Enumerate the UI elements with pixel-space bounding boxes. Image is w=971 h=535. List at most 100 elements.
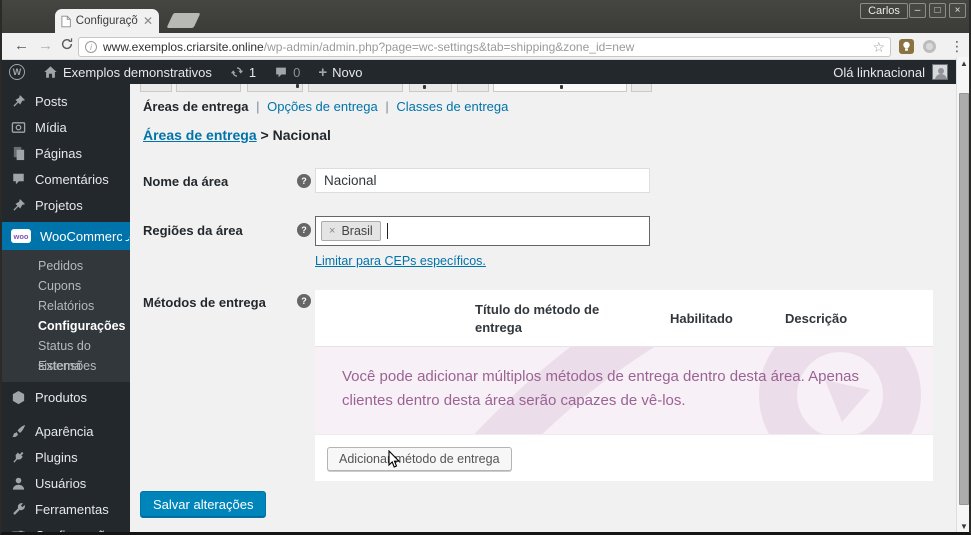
help-icon[interactable]: ?: [297, 294, 311, 308]
sidebar-item-posts[interactable]: Posts: [0, 88, 130, 114]
help-icon[interactable]: ?: [297, 223, 311, 237]
browser-menu-icon[interactable]: ⋮: [950, 38, 964, 55]
zone-regions-label: Regiões da área: [143, 223, 243, 238]
plus-icon: +: [318, 63, 328, 81]
admin-sidebar: Posts Mídia Páginas Comentários Projetos…: [0, 84, 130, 533]
help-icon[interactable]: ?: [297, 174, 311, 188]
submenu-item-extensoes[interactable]: Extensões: [0, 356, 130, 376]
save-button[interactable]: Salvar alterações: [140, 491, 267, 518]
empty-methods-notice: Você pode adicionar múltiplos métodos de…: [315, 347, 933, 434]
tab-title: Configurações do W: [75, 15, 138, 27]
remove-tag-icon[interactable]: ×: [329, 225, 335, 237]
submenu-item-status[interactable]: Status do sistema: [0, 336, 130, 373]
site-info-icon[interactable]: i: [85, 41, 97, 53]
shipping-methods-label: Métodos de entrega: [143, 295, 266, 310]
col-header-descricao: Descrição: [785, 311, 848, 326]
comments-menu[interactable]: 0: [265, 60, 309, 84]
wc-settings-tab-sliver[interactable]: [457, 84, 489, 92]
sidebar-item-configuracoes[interactable]: Configurações: [0, 522, 130, 533]
update-count: 1: [248, 64, 257, 80]
comment-bubble-icon: [13, 173, 24, 185]
account-greeting[interactable]: Olá linknacional: [833, 65, 925, 80]
sidebar-item-comentarios[interactable]: Comentários: [0, 166, 130, 192]
submenu-item-configuracoes[interactable]: Configurações: [0, 316, 130, 336]
new-content-menu[interactable]: + Novo: [309, 60, 371, 84]
new-tab-button[interactable]: [166, 13, 201, 28]
extension-circle-icon[interactable]: [923, 40, 936, 53]
limit-ceps-link[interactable]: Limitar para CEPs específicos.: [315, 254, 486, 268]
scrollbar-down-arrow[interactable]: ▼: [957, 522, 971, 531]
bookmark-star-icon[interactable]: ☆: [872, 40, 885, 54]
wp-admin-bar: W Exemplos demonstrativos 1 0 + Novo Olá…: [0, 60, 956, 84]
page-scrollbar[interactable]: ▲ ▼: [956, 57, 971, 533]
page-icon: [61, 15, 71, 27]
sidebar-item-aparencia[interactable]: Aparência: [0, 418, 130, 444]
main-content: Áreas de entrega | Opções de entrega | C…: [130, 84, 956, 533]
updates-menu[interactable]: 1: [221, 60, 265, 84]
url-bar[interactable]: i www.exemplos.criarsite.online/wp-admin…: [78, 37, 891, 57]
sidebar-item-projetos[interactable]: Projetos: [0, 192, 130, 218]
sidebar-item-midia[interactable]: Mídia: [0, 114, 130, 140]
col-header-titulo: Título do método de entrega: [475, 302, 600, 335]
user-icon: [12, 477, 25, 490]
breadcrumb-current: Nacional: [272, 127, 331, 143]
wc-settings-tab-sliver[interactable]: [631, 84, 652, 92]
submenu-item-relatorios[interactable]: Relatórios: [0, 296, 130, 316]
sidebar-item-usuarios[interactable]: Usuários: [0, 470, 130, 496]
subnav-classes-de-entrega[interactable]: Classes de entrega: [396, 99, 508, 114]
pin-icon: [13, 94, 26, 107]
extension-lightbulb-icon[interactable]: [899, 39, 914, 54]
back-icon[interactable]: ←: [14, 38, 29, 53]
tab-text-descender: [560, 85, 563, 89]
comment-bubble-icon: [276, 67, 286, 77]
refresh-icon[interactable]: [60, 37, 74, 54]
media-icon: [11, 121, 26, 133]
subnav-opcoes-de-entrega[interactable]: Opções de entrega: [267, 99, 378, 114]
window-close-button[interactable]: ×: [949, 3, 966, 18]
sidebar-item-paginas[interactable]: Páginas: [0, 140, 130, 166]
avatar[interactable]: [932, 64, 948, 80]
wp-logo-menu[interactable]: W: [0, 60, 34, 84]
subnav-areas-de-entrega[interactable]: Áreas de entrega: [143, 99, 249, 114]
wc-settings-tab-sliver[interactable]: [308, 84, 403, 92]
forward-icon: →: [38, 37, 53, 54]
breadcrumb: Áreas de entrega > Nacional: [143, 127, 331, 143]
wc-settings-tab-sliver[interactable]: [247, 84, 303, 92]
cube-icon: [12, 390, 25, 404]
brush-icon: [12, 424, 26, 437]
sidebar-item-woocommerce[interactable]: woo WooCommerce: [0, 222, 130, 250]
home-icon: [44, 66, 57, 78]
table-footer-row: Adicionar método de entrega: [315, 434, 933, 481]
tab-text-descender: [423, 85, 426, 89]
scrollbar-thumb[interactable]: [959, 93, 969, 505]
sidebar-item-ferramentas[interactable]: Ferramentas: [0, 496, 130, 522]
site-name-menu[interactable]: Exemplos demonstrativos: [34, 60, 221, 84]
window-minimize-button[interactable]: –: [909, 3, 926, 18]
browser-tab[interactable]: Configurações do W ✕: [55, 9, 159, 33]
add-method-button[interactable]: Adicionar método de entrega: [327, 447, 512, 471]
zone-regions-select[interactable]: × Brasil: [315, 216, 650, 246]
tab-close-icon[interactable]: ✕: [143, 15, 153, 27]
table-header-row: Título do método de entrega Habilitado D…: [315, 290, 933, 347]
new-label: Novo: [332, 64, 363, 80]
window-maximize-button[interactable]: □: [929, 3, 946, 18]
breadcrumb-link-areas[interactable]: Áreas de entrega: [143, 127, 257, 143]
submenu-item-pedidos[interactable]: Pedidos: [0, 256, 130, 276]
wc-settings-tab-sliver[interactable]: [176, 84, 241, 92]
pin-icon: [13, 198, 26, 211]
window-title: Carlos: [860, 3, 908, 19]
region-tag-brasil: × Brasil: [321, 221, 381, 241]
sidebar-item-produtos[interactable]: Produtos: [0, 384, 130, 410]
submenu-item-cupons[interactable]: Cupons: [0, 276, 130, 296]
url-text[interactable]: www.exemplos.criarsite.online/wp-admin/a…: [103, 40, 634, 54]
scrollbar-up-arrow[interactable]: ▲: [957, 59, 971, 68]
zone-name-input[interactable]: [315, 168, 650, 193]
wc-settings-tab-sliver[interactable]: [140, 84, 172, 92]
comment-count: 0: [293, 64, 301, 80]
zone-name-label: Nome da área: [143, 174, 229, 189]
pages-icon: [13, 146, 25, 160]
wc-settings-tab-sliver[interactable]: [409, 84, 452, 92]
sidebar-item-plugins[interactable]: Plugins: [0, 444, 130, 470]
tab-text-descender: [296, 84, 299, 88]
site-name: Exemplos demonstrativos: [63, 64, 212, 80]
